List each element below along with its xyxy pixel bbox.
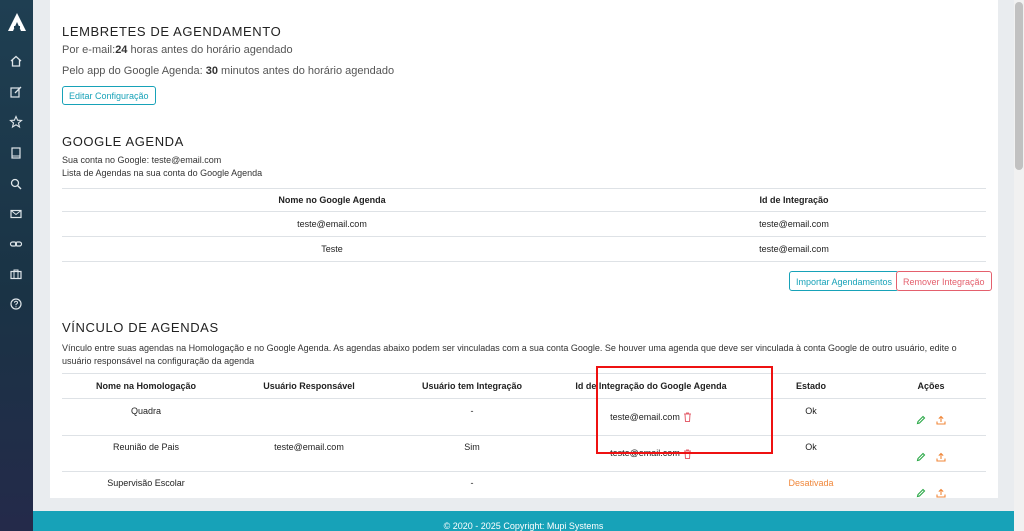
email-reminder-value: 24 [115,44,128,56]
email-reminder-suffix: horas antes do horário agendado [127,44,293,56]
pencil-icon[interactable] [916,488,926,498]
page-scrollbar[interactable] [1014,0,1024,531]
table-header-row: Nome no Google Agenda Id de Integração [62,188,986,212]
app-reminder-line: Pelo app do Google Agenda: 30 minutos an… [62,65,394,77]
search-icon[interactable] [9,177,23,191]
responsible-user-cell: teste@email.com [230,435,388,472]
main-card: LEMBRETES DE AGENDAMENTO Por e-mail:24 h… [50,0,998,498]
edit-config-button[interactable]: Editar Configuração [62,86,156,105]
pencil-icon[interactable] [916,452,926,462]
table-row: Reunião de Pais teste@email.com Sim test… [62,435,986,472]
agenda-name-cell: Supervisão Escolar [107,478,185,488]
column-header: Usuário tem Integração [388,373,556,399]
book-icon[interactable] [9,146,23,160]
has-integration-cell: Sim [388,435,556,472]
link-title: VÍNCULO DE AGENDAS [62,320,219,335]
responsible-user-cell [230,398,388,436]
highlight-box [596,366,773,454]
link-description: Vínculo entre suas agendas na Homologaçã… [62,343,957,366]
help-icon[interactable] [9,297,23,311]
google-account-line: Sua conta no Google: teste@email.com [62,155,222,165]
pencil-icon[interactable] [916,415,926,425]
scrollbar-thumb[interactable] [1015,2,1023,170]
google-title: GOOGLE AGENDA [62,134,184,149]
mail-icon[interactable] [9,207,23,221]
app-logo[interactable] [7,12,27,32]
app-reminder-suffix: minutos antes do horário agendado [217,65,395,77]
edit-icon[interactable] [9,85,23,99]
import-appointments-button[interactable]: Importar Agendamentos [789,271,900,291]
email-reminder-label: Por e-mail: [62,44,116,56]
app-reminder-value: 30 [205,65,218,77]
link-table: Nome na Homologação Usuário Responsável … [62,373,986,507]
calendar-name-cell: Teste [62,236,602,262]
table-header-row: Nome na Homologação Usuário Responsável … [62,373,986,399]
briefcase-icon[interactable] [9,267,23,281]
actions-cell [876,472,986,508]
upload-icon[interactable] [936,488,946,498]
email-reminder-line: Por e-mail:24 horas antes do horário age… [62,44,293,56]
footer: © 2020 - 2025 Copyright: Mupi Systems [33,511,1014,531]
column-header: Nome no Google Agenda [62,188,602,212]
table-row: Supervisão Escolar - Desativada [62,472,986,508]
calendar-name-cell: teste@email.com [62,211,602,237]
column-header: Usuário Responsável [230,373,388,399]
column-header: Id de Integração [602,188,986,212]
upload-icon[interactable] [936,415,946,425]
footer-link[interactable]: Mupi Systems [547,521,604,531]
home-icon[interactable] [9,54,23,68]
column-header: Nome na Homologação [62,373,230,399]
google-calendars-table: Nome no Google Agenda Id de Integração t… [62,188,986,262]
app-reminder-label: Pelo app do Google Agenda: [62,65,206,77]
agenda-name-cell: Reunião de Pais [62,435,230,472]
google-list-line: Lista de Agendas na sua conta do Google … [62,168,263,178]
link-icon[interactable] [9,237,23,251]
table-row: Quadra - teste@email.com Ok [62,398,986,436]
sidebar [0,0,33,531]
star-icon[interactable] [9,115,23,129]
table-row: Teste teste@email.com [62,236,986,262]
calendar-id-cell: teste@email.com [602,236,986,262]
has-integration-cell: - [470,478,474,488]
reminders-title: LEMBRETES DE AGENDAMENTO [62,24,282,39]
google-id-cell [556,472,746,508]
actions-cell [876,398,986,436]
has-integration-cell: - [388,398,556,436]
upload-icon[interactable] [936,452,946,462]
agenda-name-cell: Quadra [62,398,230,436]
actions-cell [876,435,986,472]
table-row: teste@email.com teste@email.com [62,211,986,237]
remove-integration-button[interactable]: Remover Integração [896,271,992,291]
footer-text: © 2020 - 2025 Copyright: [443,521,547,531]
column-header: Ações [876,373,986,399]
calendar-id-cell: teste@email.com [602,211,986,237]
state-cell: Desativada [788,478,834,488]
responsible-user-cell [230,472,388,508]
